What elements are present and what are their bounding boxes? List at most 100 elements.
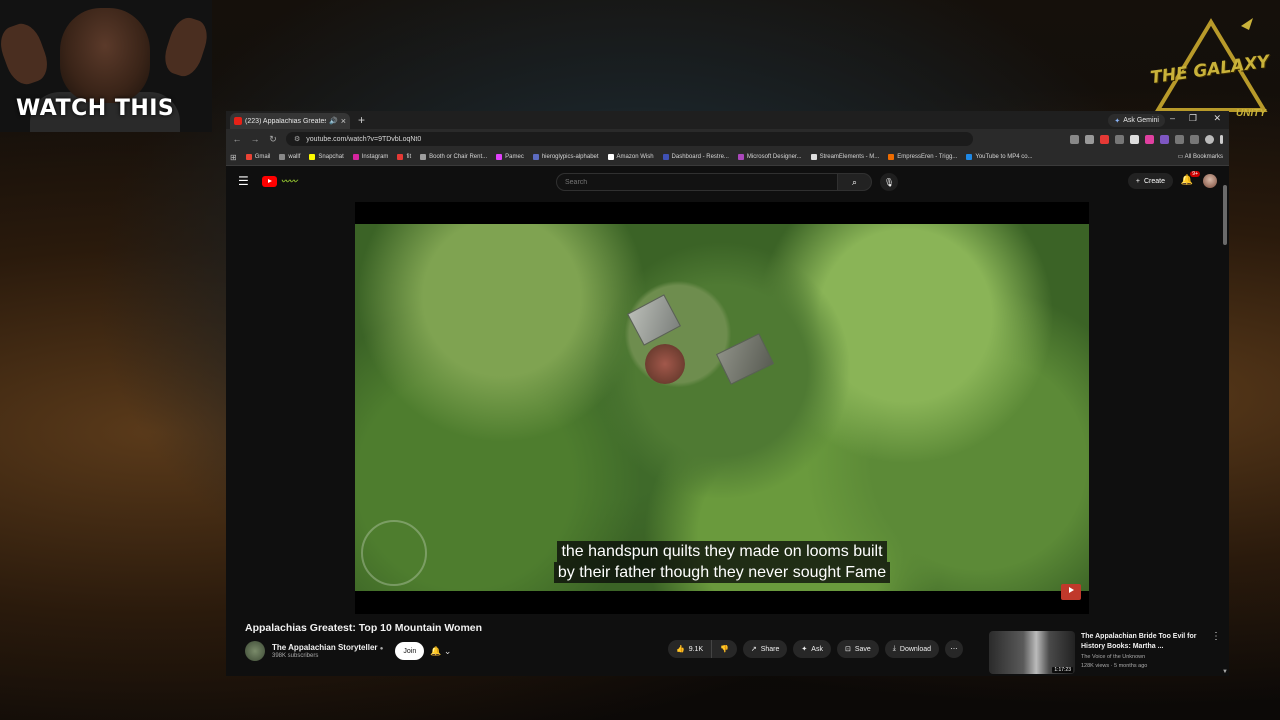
bookmark-item[interactable]: hieroglypics-alphabet — [532, 154, 599, 160]
bookmark-item[interactable]: Amazon Wish — [607, 154, 654, 160]
hamburger-menu-icon[interactable]: ☰ — [238, 174, 252, 188]
kebab-menu-icon[interactable] — [1220, 135, 1223, 144]
ask-button[interactable]: ✦ Ask — [793, 640, 831, 658]
minimize-button[interactable]: – — [1170, 113, 1175, 123]
close-window-button[interactable]: ✕ — [1213, 113, 1221, 124]
puzzle-extensions-icon[interactable] — [1175, 135, 1184, 144]
bookmark-label: Gmail — [254, 154, 271, 160]
extension-icons — [1070, 135, 1223, 144]
search-button[interactable]: ⌕ — [838, 173, 872, 191]
subscribed-bell-icon[interactable]: 🔔 ⌄ — [430, 646, 451, 657]
verified-check-icon: ● — [379, 646, 384, 652]
bookmark-item[interactable]: Microsoft Designer... — [737, 154, 802, 160]
webcam-hand-right — [159, 13, 212, 81]
suggested-video-duration: 1:17:23 — [1052, 667, 1073, 673]
profile-icon[interactable] — [1205, 135, 1214, 144]
bookmark-favicon-icon — [532, 154, 539, 160]
bookmark-item[interactable]: Dashboard - Restre... — [662, 154, 729, 160]
extension-purple-icon[interactable] — [1160, 135, 1169, 144]
scroll-down-arrow-icon[interactable]: ▼ — [1222, 669, 1228, 675]
tab-title: (223) Appalachias Greatest — [245, 117, 327, 125]
bookmark-item[interactable]: StreamElements - M... — [810, 154, 879, 160]
ask-gemini-button[interactable]: ✦ Ask Gemini — [1108, 114, 1165, 127]
youtube-doodle-logo[interactable]: 〰〰 — [281, 176, 297, 187]
audio-icon: 🔊 — [329, 118, 338, 125]
suggested-video[interactable]: 1:17:23 The Appalachian Bride Too Evil f… — [989, 631, 1225, 675]
like-button[interactable]: 👍 9.1K — [668, 640, 712, 658]
extension-s-icon[interactable] — [1130, 135, 1139, 144]
sidebar-icon[interactable] — [1190, 135, 1199, 144]
dislike-button[interactable]: 👎 — [711, 640, 737, 658]
more-actions-icon[interactable]: ⋯ — [945, 640, 964, 658]
subscribe-watermark-icon[interactable] — [1061, 584, 1081, 600]
bookmark-item[interactable]: fit — [397, 154, 411, 160]
bookmark-item[interactable]: YouTube to MP4 co... — [966, 154, 1033, 160]
apps-grid-icon[interactable]: ⊞ — [230, 153, 237, 162]
extension-pink-icon[interactable] — [1145, 135, 1154, 144]
site-info-icon[interactable]: ⚙ — [294, 135, 300, 143]
youtube-logo-icon[interactable] — [262, 175, 277, 187]
stream-canvas: WATCH THIS THE GALAXY UNITY (223) Appala… — [0, 0, 1280, 720]
youtube-favicon-icon — [234, 117, 242, 125]
bookmark-label: Snapchat — [318, 154, 344, 160]
caption-line-1: the handspun quilts they made on looms b… — [557, 541, 887, 562]
channel-avatar[interactable] — [245, 641, 265, 661]
bookmark-favicon-icon — [496, 154, 503, 160]
forward-arrow-icon[interactable]: → — [250, 134, 260, 144]
page-scrollbar[interactable] — [1223, 185, 1227, 245]
ask-gemini-label: Ask Gemini — [1123, 117, 1159, 124]
reload-icon[interactable]: ↻ — [268, 134, 278, 145]
create-button[interactable]: + Create — [1127, 173, 1173, 189]
extension-gray-icon[interactable] — [1115, 135, 1124, 144]
share-button[interactable]: ↗ Share — [742, 640, 788, 658]
share-arrow-icon: ↗ — [750, 646, 757, 653]
restore-button[interactable]: ❐ — [1189, 113, 1197, 124]
bookmark-favicon-icon — [810, 154, 817, 160]
suggested-video-thumbnail[interactable]: 1:17:23 — [989, 631, 1075, 674]
bookmark-item[interactable]: EmpressEren - Trigg... — [888, 154, 957, 160]
all-bookmarks-button[interactable]: ▭ All Bookmarks — [1173, 153, 1223, 160]
webcam-face — [60, 8, 150, 103]
red-tree-canopy — [645, 344, 685, 384]
thumbs-up-icon: 👍 — [676, 646, 685, 653]
suggested-video-channel[interactable]: The Voice of the Unknown — [1081, 654, 1145, 660]
sparkle-icon: ✦ — [801, 646, 808, 653]
search-input[interactable] — [556, 173, 838, 191]
gemini-spark-icon: ✦ — [1114, 117, 1121, 125]
install-icon[interactable] — [1070, 135, 1079, 144]
bookmark-favicon-icon — [309, 154, 316, 160]
bookmark-label: hieroglypics-alphabet — [541, 154, 599, 160]
bookmark-item[interactable]: Snapchat — [309, 154, 344, 160]
channel-name[interactable]: The Appalachian Storyteller ● — [272, 643, 383, 652]
tab-youtube[interactable]: (223) Appalachias Greatest 🔊 × — [230, 113, 350, 129]
microphone-icon[interactable]: 🎙 — [880, 173, 898, 191]
new-tab-button[interactable]: + — [358, 113, 365, 127]
account-avatar[interactable] — [1203, 174, 1217, 188]
bookmark-item[interactable]: wallf — [279, 154, 300, 160]
join-button[interactable]: Join — [395, 642, 425, 660]
bookmark-label: Instagram — [361, 154, 389, 160]
suggested-video-menu-icon[interactable]: ⋮ — [1211, 631, 1221, 642]
bookmark-item[interactable]: Instagram — [352, 154, 389, 160]
video-player[interactable]: the handspun quilts they made on looms b… — [355, 202, 1089, 614]
bookmark-item[interactable]: Pamec — [496, 154, 524, 160]
video-frame-aerial-forest[interactable] — [355, 224, 1089, 591]
address-bar[interactable]: ⚙ youtube.com/watch?v=9TDvbLoqNt0 — [286, 132, 973, 146]
star-bookmark-icon[interactable] — [1085, 135, 1094, 144]
bookmark-label: YouTube to MP4 co... — [975, 154, 1033, 160]
save-button[interactable]: ⊡ Save — [836, 640, 879, 658]
suggested-video-meta: 128K views · 5 months ago — [1081, 663, 1148, 669]
extension-red-icon[interactable] — [1100, 135, 1109, 144]
back-arrow-icon[interactable]: ← — [232, 134, 242, 144]
bookmark-item[interactable]: Gmail — [245, 154, 271, 160]
download-button[interactable]: ⤓ Download — [884, 640, 940, 658]
suggested-video-title[interactable]: The Appalachian Bride Too Evil for Histo… — [1081, 632, 1206, 651]
download-arrow-icon: ⤓ — [892, 645, 896, 652]
bookmark-favicon-icon — [662, 154, 669, 160]
bookmark-item[interactable]: Booth or Chair Rent... — [420, 154, 487, 160]
close-tab-icon[interactable]: × — [341, 116, 346, 126]
channel-name-text: The Appalachian Storyteller — [272, 643, 378, 652]
cabin-roof-1 — [627, 294, 681, 346]
video-actions: 👍 9.1K 👎 ↗ Share ✦ Ask ⊡ Save ⤓ Download — [668, 640, 964, 658]
bookmark-label: Booth or Chair Rent... — [429, 154, 488, 160]
